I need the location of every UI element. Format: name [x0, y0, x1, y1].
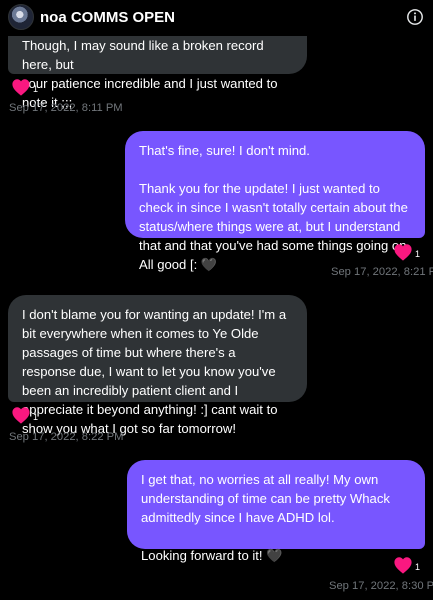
- heart-icon: [12, 407, 30, 424]
- heart-icon: [12, 79, 30, 96]
- reaction[interactable]: 1: [393, 556, 420, 574]
- reaction-count: 1: [415, 249, 421, 259]
- heart-icon: [394, 244, 412, 261]
- reaction[interactable]: 1: [11, 78, 38, 96]
- reaction-count: 1: [415, 562, 421, 572]
- message-timestamp: Sep 17, 2022, 8:22 PM: [9, 431, 124, 443]
- message-timestamp: Sep 17, 2022, 8:11 PM: [9, 102, 123, 114]
- message-timestamp: Sep 17, 2022, 8:21 PM: [331, 266, 433, 278]
- message-bubble-incoming[interactable]: Though, I may sound like a broken record…: [8, 30, 307, 110]
- message-bubble-outgoing[interactable]: I get that, no worries at all really! My…: [127, 460, 425, 563]
- info-icon[interactable]: [406, 8, 424, 26]
- reaction-count: 1: [33, 84, 39, 94]
- conversation-title[interactable]: noa COMMS OPEN: [40, 9, 175, 26]
- conversation-timeline: Though, I may sound like a broken record…: [0, 0, 433, 600]
- reaction[interactable]: 1: [393, 243, 420, 261]
- reaction[interactable]: 1: [11, 406, 38, 424]
- message-bubble-outgoing[interactable]: That's fine, sure! I don't mind. Thank y…: [125, 131, 425, 272]
- reaction-count: 1: [33, 412, 39, 422]
- message-timestamp: Sep 17, 2022, 8:30 PM: [329, 580, 433, 592]
- heart-icon: [394, 557, 412, 574]
- conversation-header: noa COMMS OPEN: [0, 0, 433, 36]
- avatar[interactable]: [8, 4, 34, 30]
- message-bubble-incoming[interactable]: I don't blame you for wanting an update!…: [8, 295, 307, 436]
